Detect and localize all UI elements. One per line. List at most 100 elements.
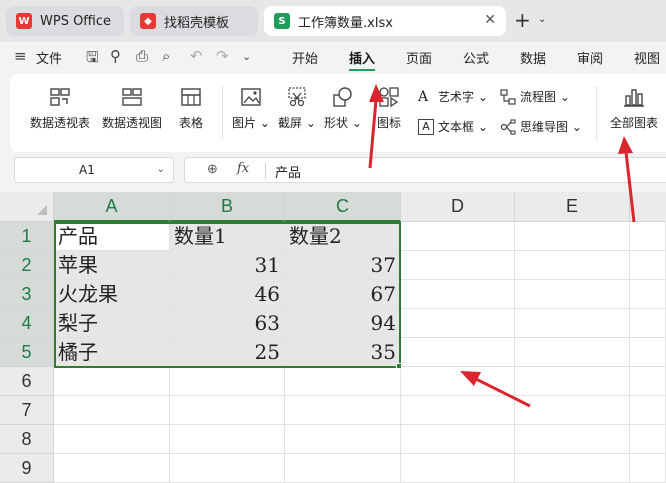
empty-cell[interactable] (630, 425, 666, 454)
row-header-5[interactable]: 5 (0, 338, 54, 367)
empty-cell[interactable] (170, 396, 285, 425)
empty-cell[interactable] (401, 222, 515, 251)
empty-cell[interactable] (630, 280, 666, 309)
column-header-d[interactable]: D (401, 192, 515, 222)
cell-c1[interactable]: 数量2 (285, 222, 401, 251)
file-menu[interactable]: 文件 (36, 48, 62, 67)
all-charts-button[interactable]: 全部图表 (606, 86, 662, 131)
row-header-4[interactable]: 4 (0, 309, 54, 338)
empty-cell[interactable] (630, 222, 666, 251)
empty-cell[interactable] (630, 454, 666, 483)
select-all-corner[interactable] (0, 192, 54, 222)
empty-cell[interactable] (54, 454, 170, 483)
empty-cell[interactable] (515, 367, 630, 396)
empty-cell[interactable] (401, 396, 515, 425)
row-header-1[interactable]: 1 (0, 222, 54, 251)
column-header-a[interactable]: A (54, 192, 170, 222)
empty-cell[interactable] (630, 367, 666, 396)
cell-c5[interactable]: 35 (285, 338, 401, 367)
column-header-c[interactable]: C (285, 192, 401, 222)
print-preview-icon[interactable]: ⌕ (162, 47, 170, 65)
screenshot-button[interactable]: 截屏 ⌄ (278, 86, 316, 131)
empty-cell[interactable] (401, 454, 515, 483)
close-icon[interactable]: ✕ (484, 12, 496, 28)
table-button[interactable]: 表格 (174, 86, 208, 131)
cell-b1[interactable]: 数量1 (170, 222, 285, 251)
cell-c2[interactable]: 37 (285, 251, 401, 280)
function-icon[interactable]: fx (237, 161, 249, 176)
row-header-3[interactable]: 3 (0, 280, 54, 309)
new-tab-plus-icon[interactable]: + (514, 8, 531, 32)
empty-cell[interactable] (401, 425, 515, 454)
fill-handle[interactable] (396, 363, 402, 369)
empty-cell[interactable] (170, 425, 285, 454)
row-header-8[interactable]: 8 (0, 425, 54, 454)
empty-cell[interactable] (285, 454, 401, 483)
empty-cell[interactable] (401, 367, 515, 396)
empty-cell[interactable] (630, 338, 666, 367)
formula-bar[interactable]: ⊕ fx 产品 (184, 157, 666, 183)
flowchart-button[interactable]: 流程图 ⌄ (500, 88, 570, 105)
empty-cell[interactable] (515, 251, 630, 280)
cell-b3[interactable]: 46 (170, 280, 285, 309)
cell-c3[interactable]: 67 (285, 280, 401, 309)
tab-workbook[interactable]: S 工作簿数量.xlsx ✕ (264, 6, 506, 36)
menu-item-start[interactable]: 开始 (292, 48, 318, 67)
empty-cell[interactable] (401, 251, 515, 280)
empty-cell[interactable] (54, 425, 170, 454)
mindmap-button[interactable]: 思维导图 ⌄ (500, 118, 582, 135)
menu-item-insert[interactable]: 插入 (349, 48, 375, 67)
cell-a3[interactable]: 火龙果 (54, 280, 170, 309)
empty-cell[interactable] (515, 396, 630, 425)
hamburger-menu-icon[interactable]: ≡ (14, 47, 27, 65)
menu-item-review[interactable]: 审阅 (577, 48, 603, 67)
undo-icon[interactable]: ↶ (190, 47, 203, 65)
zoom-search-icon[interactable]: ⊕ (207, 162, 218, 177)
chevron-down-icon[interactable]: ⌄ (538, 14, 546, 25)
menu-item-view[interactable]: 视图 (634, 48, 660, 67)
empty-cell[interactable] (515, 222, 630, 251)
tab-wps-office[interactable]: W WPS Office (6, 6, 124, 36)
empty-cell[interactable] (170, 454, 285, 483)
empty-cell[interactable] (285, 367, 401, 396)
cell-b4[interactable]: 63 (170, 309, 285, 338)
empty-cell[interactable] (515, 280, 630, 309)
column-header-b[interactable]: B (170, 192, 285, 222)
empty-cell[interactable] (54, 367, 170, 396)
row-header-6[interactable]: 6 (0, 367, 54, 396)
menu-item-page[interactable]: 页面 (406, 48, 432, 67)
chevron-down-icon[interactable]: ⌄ (157, 164, 165, 175)
pivot-table-button[interactable]: 数据透视表 (28, 86, 92, 131)
menu-item-formula[interactable]: 公式 (463, 48, 489, 67)
menu-item-data[interactable]: 数据 (520, 48, 546, 67)
empty-cell[interactable] (515, 425, 630, 454)
empty-cell[interactable] (54, 396, 170, 425)
picture-button[interactable]: 图片 ⌄ (232, 86, 270, 131)
row-header-2[interactable]: 2 (0, 251, 54, 280)
empty-cell[interactable] (401, 280, 515, 309)
cell-a2[interactable]: 苹果 (54, 251, 170, 280)
row-header-7[interactable]: 7 (0, 396, 54, 425)
empty-cell[interactable] (401, 338, 515, 367)
row-header-9[interactable]: 9 (0, 454, 54, 483)
icon-button[interactable]: 图标 (372, 86, 406, 131)
shape-button[interactable]: 形状 ⌄ (324, 86, 362, 131)
cell-a1[interactable]: 产品 (54, 222, 170, 251)
chevron-down-icon[interactable]: ⌄ (242, 50, 251, 63)
formula-content[interactable]: 产品 (275, 162, 301, 181)
empty-cell[interactable] (515, 309, 630, 338)
cell-c4[interactable]: 94 (285, 309, 401, 338)
save-icon[interactable]: 🖫 (86, 47, 99, 72)
empty-cell[interactable] (285, 396, 401, 425)
cell-a4[interactable]: 梨子 (54, 309, 170, 338)
print-icon[interactable]: ⎙ (136, 47, 148, 65)
cell-b2[interactable]: 31 (170, 251, 285, 280)
empty-cell[interactable] (401, 309, 515, 338)
redo-icon[interactable]: ↷ (216, 47, 229, 65)
tab-docer-templates[interactable]: ◆ 找稻壳模板 (130, 6, 258, 36)
pivot-chart-button[interactable]: 数据透视图 (100, 86, 164, 131)
name-box[interactable]: A1 ⌄ (14, 157, 174, 183)
empty-cell[interactable] (630, 251, 666, 280)
text-box-button[interactable]: A 文本框 ⌄ (418, 118, 488, 135)
empty-cell[interactable] (630, 396, 666, 425)
